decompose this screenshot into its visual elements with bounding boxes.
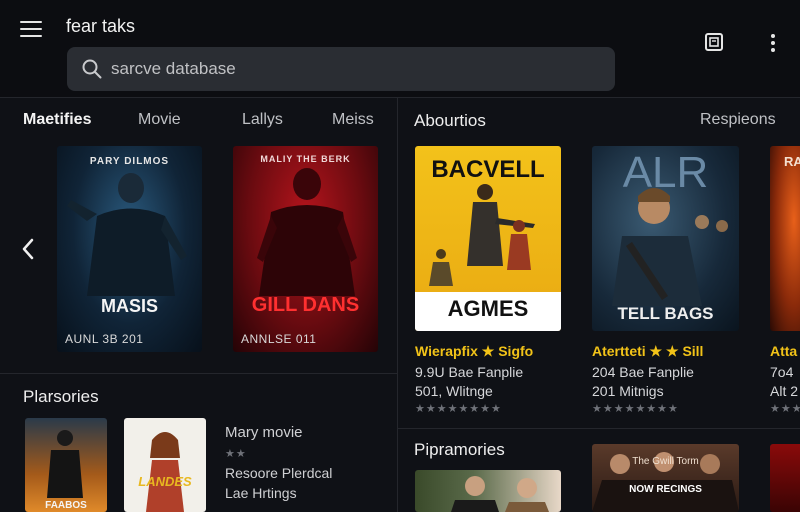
top-bar: fear taks [0,0,800,98]
card-meta-title[interactable]: Atta [770,343,797,359]
poster-subtitle: TELL BAGS [617,304,714,323]
tab-maetifies[interactable]: Maetifies [23,111,91,129]
search-icon [82,59,102,79]
rating-stars: ★★ [225,448,247,460]
poster-title: BACVELL [431,156,545,183]
tab-meiss[interactable]: Meiss [332,111,374,129]
bookmark-icon[interactable] [704,32,724,52]
search-bar[interactable] [67,47,615,91]
card-meta-line: 201 Mitnigs [592,383,664,399]
section-divider-right [398,428,800,429]
poster-figure [451,476,549,512]
poster-date: AUNL 3B 201 [65,332,144,346]
movie-poster[interactable]: BACVELL AGMES [415,146,561,331]
poster-title: FAABOS [45,500,87,511]
tab-lallys[interactable]: Lallys [242,111,283,129]
poster-top-text: The Gwill Torm [632,456,699,467]
card-meta-line: 9.9U Bae Fanplie [415,364,524,380]
card-meta-line: Alt 2 [770,383,799,399]
section-heading-plarsories: Plarsories [23,387,99,406]
poster-title: ALR [622,148,709,197]
item-title[interactable]: Mary movie [225,424,303,441]
poster-date: ANNLSE 011 [241,332,317,346]
tab-movie[interactable]: Movie [138,111,181,129]
card-meta-title[interactable]: Atertteti ★ ★ Sill [592,343,703,360]
section-divider-left [0,373,397,374]
poster-title: RA [784,154,800,169]
section-heading-pipramories: Pipramories [414,440,505,459]
card-meta-title[interactable]: Wierapfix ★ Sigfo [415,343,533,360]
poster-top-text: MALIY THE BERK [260,154,351,164]
movie-poster[interactable] [415,470,561,512]
poster-title: NOW RECINGS [629,484,702,495]
rating-stars: ★★★★★★★★ [415,403,502,415]
poster-title: GILL DANS [251,294,360,316]
movie-poster[interactable]: RA [770,146,800,331]
chevron-left-icon[interactable] [18,236,38,262]
hamburger-menu-icon[interactable] [20,21,42,39]
more-options-icon[interactable] [764,32,782,54]
movie-poster[interactable]: ALR TELL BAGS [592,146,739,331]
movie-poster[interactable] [770,444,800,512]
movie-poster[interactable]: The Gwill Torm NOW RECINGS [592,444,739,512]
movie-poster[interactable]: FAABOS [25,418,107,512]
poster-figure [67,173,187,296]
movie-poster[interactable]: MALIY THE BERK GILL DANS ANNLSE 011 [233,146,378,352]
poster-top-text: PARY DILMOS [89,156,170,167]
poster-figure [146,432,184,512]
item-meta: Lae Hrtings [225,485,297,501]
search-input[interactable] [111,47,591,91]
panel-divider [397,98,398,512]
rating-stars: ★★★★★★★★ [592,403,679,415]
poster-subtitle: AGMES [415,292,561,331]
card-meta-line: 7o4 [770,364,794,380]
poster-figure [47,430,83,498]
rating-stars: ★★★ [770,403,800,415]
app-title: fear taks [66,16,136,36]
movie-poster[interactable]: PARY DILMOS MASIS AUNL 3B 201 [57,146,202,352]
item-subtitle: Resoore Plerdcal [225,465,333,481]
card-meta-line: 501, Wlitnge [415,383,493,399]
section-heading-abourtios: Abourtios [414,111,486,130]
poster-title: LANDES [138,474,192,489]
movie-poster[interactable]: LANDES [124,418,206,512]
poster-title: MASIS [100,296,158,316]
poster-figure [257,168,357,296]
card-meta-line: 204 Bae Fanplie [592,364,694,380]
poster-figure [592,452,739,512]
tab-respieons[interactable]: Respieons [700,111,776,129]
